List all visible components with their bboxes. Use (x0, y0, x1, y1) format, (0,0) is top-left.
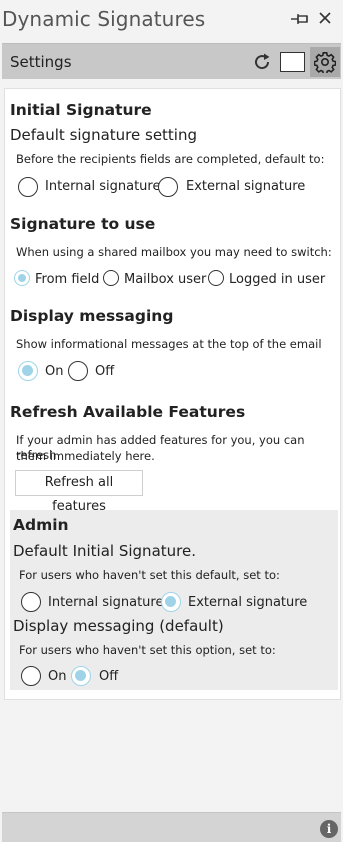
messaging-on-radio[interactable] (18, 361, 38, 381)
settings-toolbar: Settings (2, 43, 341, 79)
signature-to-use-description: When using a shared mailbox you may need… (16, 245, 332, 259)
messaging-on-label: On (45, 364, 64, 379)
initial-signature-description: Before the recipients fields are complet… (16, 152, 325, 166)
logged-in-user-label: Logged in user (229, 272, 326, 287)
gear-icon (314, 52, 336, 73)
settings-gear-button[interactable] (310, 47, 340, 77)
admin-messaging-off-label: Off (99, 669, 119, 684)
external-signature-radio[interactable] (158, 177, 178, 197)
admin-heading: Admin (13, 516, 69, 534)
mailbox-user-label: Mailbox user (124, 272, 207, 287)
from-field-radio[interactable] (14, 270, 30, 286)
refresh-features-heading: Refresh Available Features (10, 403, 246, 421)
admin-messaging-on-radio[interactable] (21, 666, 41, 686)
signature-to-use-heading: Signature to use (10, 215, 156, 233)
external-signature-label: External signature (186, 179, 306, 194)
close-icon[interactable] (316, 9, 334, 27)
admin-section: Admin Default Initial Signature. For use… (10, 510, 338, 690)
info-icon[interactable]: i (320, 820, 338, 838)
pin-icon[interactable] (290, 10, 312, 28)
display-messaging-heading: Display messaging (10, 307, 174, 325)
admin-initial-signature-description: For users who haven't set this default, … (19, 568, 280, 582)
refresh-icon[interactable] (251, 51, 273, 73)
admin-external-signature-label: External signature (188, 595, 308, 610)
admin-internal-signature-label: Internal signature (48, 595, 164, 610)
admin-display-messaging-description: For users who haven't set this option, s… (19, 643, 276, 657)
title-bar: Dynamic Signatures (0, 0, 343, 42)
admin-initial-signature-subheading: Default Initial Signature. (13, 542, 196, 560)
from-field-label: From field (35, 272, 100, 287)
logged-in-user-radio[interactable] (208, 270, 224, 286)
default-signature-subheading: Default signature setting (10, 126, 198, 144)
display-messaging-description: Show informational messages at the top o… (16, 337, 322, 351)
internal-signature-radio[interactable] (18, 177, 38, 197)
window-title: Dynamic Signatures (2, 7, 206, 31)
initial-signature-heading: Initial Signature (10, 101, 152, 119)
settings-label: Settings (10, 53, 72, 71)
refresh-features-description-line2: them immediately here. (16, 449, 155, 463)
admin-messaging-on-label: On (48, 669, 67, 684)
bottom-bar: i (2, 812, 341, 842)
settings-panel: Initial Signature Default signature sett… (4, 88, 341, 700)
internal-signature-label: Internal signature (45, 179, 161, 194)
messaging-off-label: Off (95, 364, 115, 379)
refresh-all-features-button[interactable]: Refresh all features (15, 470, 143, 514)
admin-internal-signature-radio[interactable] (21, 592, 41, 612)
admin-messaging-off-radio[interactable] (71, 666, 91, 686)
admin-display-messaging-subheading: Display messaging (default) (13, 617, 224, 635)
messaging-off-radio[interactable] (68, 361, 88, 381)
mailbox-user-radio[interactable] (103, 270, 119, 286)
square-icon[interactable] (280, 52, 305, 72)
admin-external-signature-radio[interactable] (161, 592, 181, 612)
